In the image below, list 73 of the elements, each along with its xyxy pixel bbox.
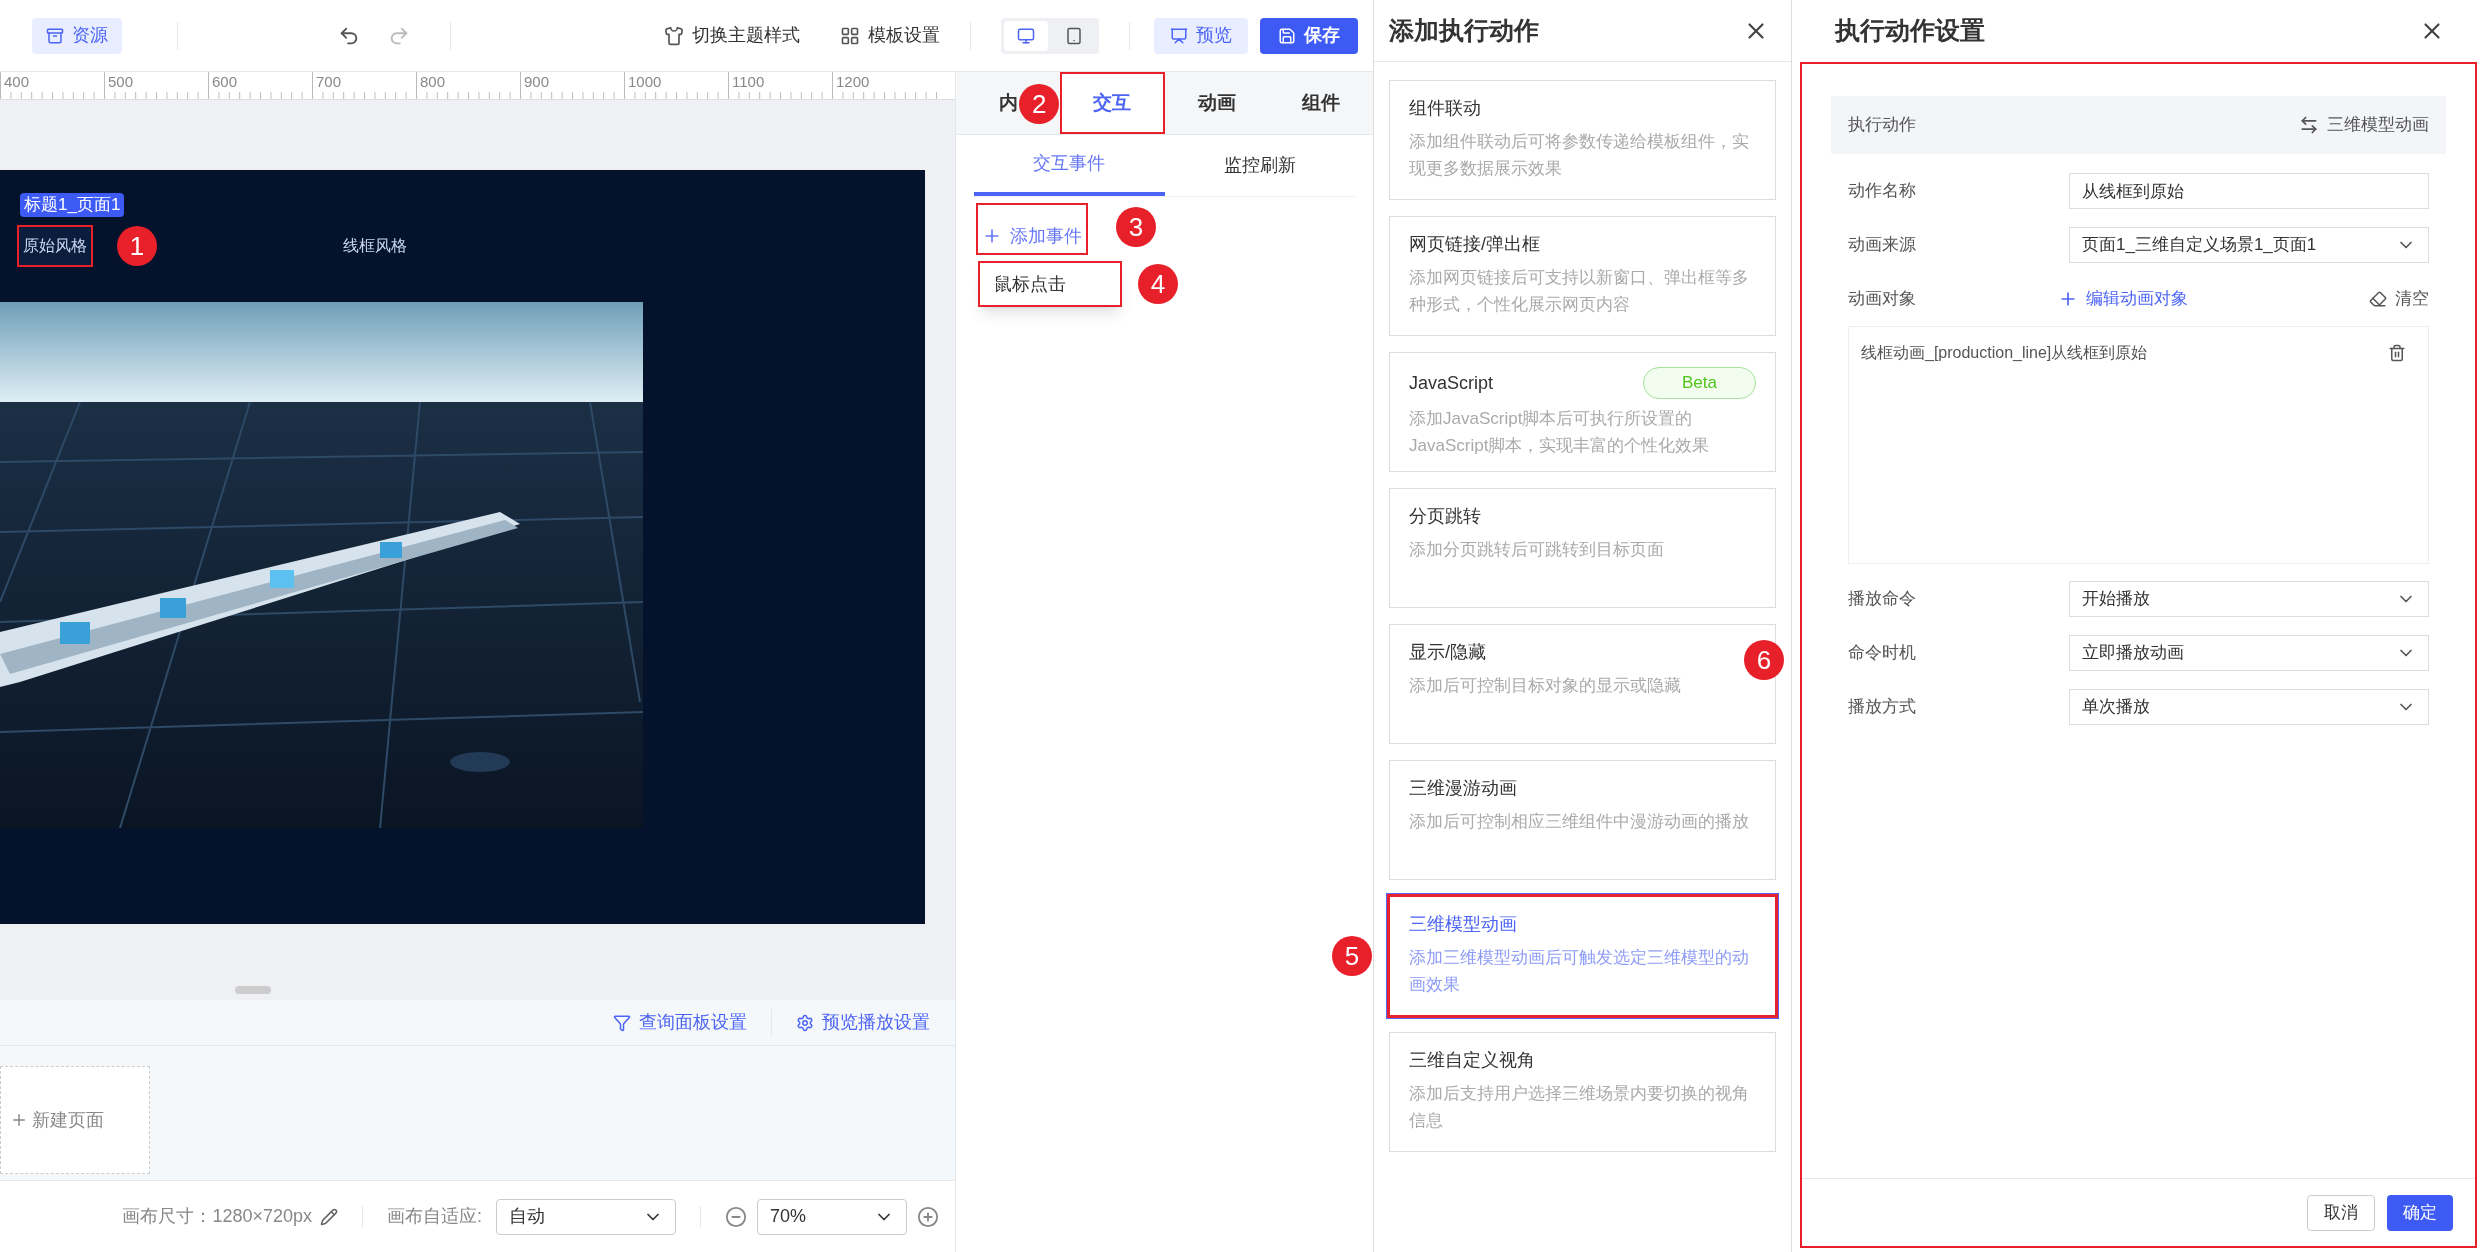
action-type-text: 三维模型动画 bbox=[2327, 114, 2429, 137]
presentation-icon bbox=[1170, 26, 1188, 45]
component-tag: 标题1_页面1 bbox=[20, 193, 125, 217]
field-label: 播放命令 bbox=[1848, 588, 1916, 611]
swap-icon[interactable] bbox=[2299, 115, 2319, 135]
sub-tab[interactable]: 交互事件 bbox=[974, 135, 1165, 196]
step-marker: 4 bbox=[1138, 264, 1178, 304]
save-button[interactable]: 保存 bbox=[1260, 17, 1358, 54]
tablet-glyph bbox=[1065, 26, 1083, 45]
panel-tab[interactable]: 内 bbox=[998, 72, 1018, 134]
action-card[interactable]: 组件联动 添加组件联动后可将参数传递给模板组件，实现更多数据展示效果 bbox=[1389, 80, 1776, 200]
panel-tab[interactable]: 交互 bbox=[1060, 72, 1165, 134]
resize-handle[interactable] bbox=[234, 986, 271, 994]
new-page-button[interactable]: 新建页面 bbox=[0, 1066, 150, 1174]
step-marker: 3 bbox=[1116, 207, 1156, 247]
panel-title: 添加执行动作 bbox=[1389, 14, 1539, 46]
action-card[interactable]: 网页链接/弹出框 添加网页链接后可支持以新窗口、弹出框等多种形式，个性化展示网页内容 bbox=[1389, 216, 1776, 336]
action-card[interactable]: JavaScript Beta 添加JavaScript脚本后可执行所设置的JavaScript脚本，实现丰富的个性化效果 bbox=[1389, 352, 1776, 472]
zoom-out-icon[interactable] bbox=[725, 1205, 747, 1228]
preview-playback-link[interactable]: 预览播放设置 bbox=[771, 1009, 930, 1036]
field-label: 动画来源 bbox=[1848, 234, 1916, 257]
confirm-button[interactable]: 确定 bbox=[2387, 1194, 2453, 1231]
zoom-in-icon[interactable] bbox=[917, 1205, 939, 1228]
zoom-select[interactable]: 70% bbox=[757, 1198, 907, 1235]
panel-tab[interactable]: 动画 bbox=[1197, 72, 1236, 134]
eraser-icon bbox=[2369, 290, 2387, 308]
theme-button[interactable]: 切换主题样式 bbox=[664, 22, 800, 49]
select-field[interactable]: 立即播放动画 bbox=[2069, 635, 2429, 671]
select-field[interactable]: 开始播放 bbox=[2069, 581, 2429, 617]
canvas-fit-select[interactable]: 自动 bbox=[496, 1198, 676, 1235]
settings-icon bbox=[796, 1013, 814, 1032]
monitor-glyph bbox=[1017, 26, 1035, 45]
field-label: 动作名称 bbox=[1848, 180, 1916, 203]
style-button[interactable]: 原始风格 bbox=[17, 225, 93, 267]
canvas-size-text: 画布尺寸：1280×720px bbox=[122, 1205, 312, 1228]
action-card[interactable]: 三维漫游动画 添加后可控制相应三维组件中漫游动画的播放 bbox=[1389, 760, 1776, 880]
animation-object-item: 线框动画_[production_line]从线框到原始 bbox=[1861, 343, 2148, 363]
select-field[interactable]: 页面1_三维自定义场景1_页面1 bbox=[2069, 227, 2429, 263]
desktop-icon[interactable] bbox=[1004, 20, 1048, 51]
field-label: 播放方式 bbox=[1848, 696, 1916, 719]
preview-button[interactable]: 预览 bbox=[1154, 17, 1248, 54]
canvas-fit-label: 画布自适应: bbox=[387, 1205, 482, 1228]
style-button[interactable]: 线框风格 bbox=[337, 225, 413, 267]
clear-button[interactable]: 清空 bbox=[2369, 286, 2429, 312]
sub-tab[interactable]: 监控刷新 bbox=[1164, 135, 1355, 196]
text-field[interactable]: 从线框到原始 bbox=[2069, 173, 2429, 209]
template-settings-button[interactable]: 模板设置 bbox=[840, 22, 940, 49]
field-label: 执行动作 bbox=[1848, 114, 1916, 137]
archive-icon bbox=[46, 26, 64, 45]
beta-tag: Beta bbox=[1643, 367, 1756, 399]
delete-icon[interactable] bbox=[2388, 344, 2406, 362]
filter-icon bbox=[613, 1013, 631, 1032]
action-card[interactable]: 三维自定义视角 添加后支持用户选择三维场景内要切换的视角信息 bbox=[1389, 1032, 1776, 1152]
cancel-button[interactable]: 取消 bbox=[2307, 1194, 2375, 1231]
edit-objects-link[interactable]: 编辑动画对象 bbox=[2058, 286, 2188, 312]
edit-icon[interactable] bbox=[320, 1207, 338, 1226]
action-card[interactable]: 分页跳转 添加分页跳转后可跳转到目标页面 bbox=[1389, 488, 1776, 608]
field-label: 命令时机 bbox=[1848, 642, 1916, 665]
query-panel-link[interactable]: 查询面板设置 bbox=[613, 1009, 747, 1036]
shirt-icon bbox=[664, 25, 684, 46]
plus-icon bbox=[10, 1111, 28, 1129]
step-marker: 2 bbox=[1019, 84, 1060, 124]
panel-tab[interactable]: 组件 bbox=[1301, 72, 1340, 134]
save-icon bbox=[1278, 26, 1296, 45]
resources-button[interactable]: 资源 bbox=[32, 17, 122, 54]
event-menu-item[interactable]: 鼠标点击 bbox=[978, 261, 1122, 307]
add-event-button[interactable]: 添加事件 bbox=[976, 203, 1088, 255]
grid-icon bbox=[840, 25, 860, 46]
step-marker: 1 bbox=[117, 226, 157, 266]
action-card[interactable]: 三维模型动画 添加三维模型动画后可触发选定三维模型的动画效果 bbox=[1389, 896, 1776, 1016]
select-field[interactable]: 单次播放 bbox=[2069, 689, 2429, 725]
panel-title: 执行动作设置 bbox=[1835, 15, 1985, 47]
field-label: 动画对象 bbox=[1848, 288, 1917, 311]
